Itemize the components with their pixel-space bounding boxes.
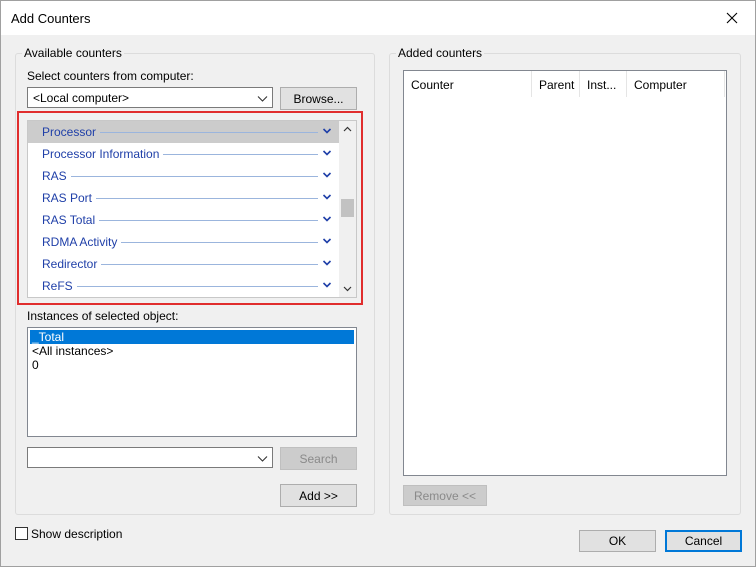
expand-chevron-icon[interactable]	[322, 148, 332, 158]
instances-list[interactable]: _Total <All instances> 0	[27, 327, 357, 437]
browse-button[interactable]: Browse...	[280, 87, 357, 110]
close-icon	[726, 12, 738, 24]
column-header-instance[interactable]: Inst...	[580, 71, 627, 97]
expand-chevron-icon[interactable]	[322, 214, 332, 224]
expand-chevron-icon[interactable]	[322, 236, 332, 246]
expand-chevron-icon[interactable]	[322, 192, 332, 202]
expand-chevron-icon[interactable]	[322, 258, 332, 268]
add-button[interactable]: Add >>	[280, 484, 357, 507]
select-computer-label: Select counters from computer:	[27, 69, 194, 83]
expand-chevron-icon[interactable]	[322, 280, 332, 290]
computer-select[interactable]: <Local computer>	[27, 87, 273, 108]
counter-label: RAS Port	[42, 191, 97, 205]
counter-label: Processor Information	[42, 147, 164, 161]
close-button[interactable]	[709, 1, 755, 35]
counter-item-refs[interactable]: ReFS	[28, 275, 340, 297]
dialog-title: Add Counters	[11, 11, 91, 26]
instance-item[interactable]: 0	[30, 358, 354, 372]
row-divider	[42, 176, 318, 177]
counter-item-rdma-activity[interactable]: RDMA Activity	[28, 231, 340, 253]
chevron-down-icon	[257, 456, 268, 462]
chevron-up-icon	[343, 126, 352, 132]
chevron-down-icon	[343, 286, 352, 292]
instances-label: Instances of selected object:	[27, 309, 179, 323]
counter-label: ReFS	[42, 279, 77, 293]
added-counters-label: Added counters	[396, 46, 485, 60]
search-combo[interactable]	[27, 447, 273, 468]
counter-item-redirector[interactable]: Redirector	[28, 253, 340, 275]
added-counters-table[interactable]: Counter Parent Inst... Computer	[403, 70, 727, 476]
column-header-parent[interactable]: Parent	[532, 71, 580, 97]
title-bar: Add Counters	[1, 1, 755, 35]
counter-list-scrollbar[interactable]	[339, 121, 356, 297]
counter-label: RAS	[42, 169, 71, 183]
ok-button[interactable]: OK	[579, 530, 656, 552]
available-counters-label: Available counters	[22, 46, 124, 60]
counter-item-processor[interactable]: Processor	[28, 121, 340, 143]
instance-item[interactable]: _Total	[30, 330, 354, 344]
counter-item-ras-port[interactable]: RAS Port	[28, 187, 340, 209]
counter-item-processor-information[interactable]: Processor Information	[28, 143, 340, 165]
add-counters-dialog: Add Counters Available counters Select c…	[0, 0, 756, 567]
counter-label: RAS Total	[42, 213, 100, 227]
computer-select-value: <Local computer>	[33, 91, 130, 105]
scroll-down-button[interactable]	[339, 280, 356, 297]
expand-chevron-icon[interactable]	[322, 170, 332, 180]
search-button[interactable]: Search	[280, 447, 357, 470]
show-description-checkbox[interactable]	[15, 527, 28, 540]
remove-button[interactable]: Remove <<	[403, 485, 487, 506]
instance-item[interactable]: <All instances>	[30, 344, 354, 358]
show-description-label: Show description	[31, 527, 123, 541]
counter-label: Redirector	[42, 257, 102, 271]
expand-chevron-icon[interactable]	[322, 126, 332, 136]
scroll-thumb[interactable]	[341, 199, 354, 217]
cancel-button[interactable]: Cancel	[665, 530, 742, 552]
counter-item-ras-total[interactable]: RAS Total	[28, 209, 340, 231]
counter-item-ras[interactable]: RAS	[28, 165, 340, 187]
scroll-up-button[interactable]	[339, 121, 356, 138]
row-divider	[42, 286, 318, 287]
counter-label: RDMA Activity	[42, 235, 122, 249]
counter-label: Processor	[42, 125, 101, 139]
counter-list[interactable]: Processor Processor Information RAS RAS …	[27, 120, 357, 298]
column-header-computer[interactable]: Computer	[627, 71, 725, 97]
column-header-counter[interactable]: Counter	[404, 71, 532, 97]
chevron-down-icon	[257, 96, 268, 102]
